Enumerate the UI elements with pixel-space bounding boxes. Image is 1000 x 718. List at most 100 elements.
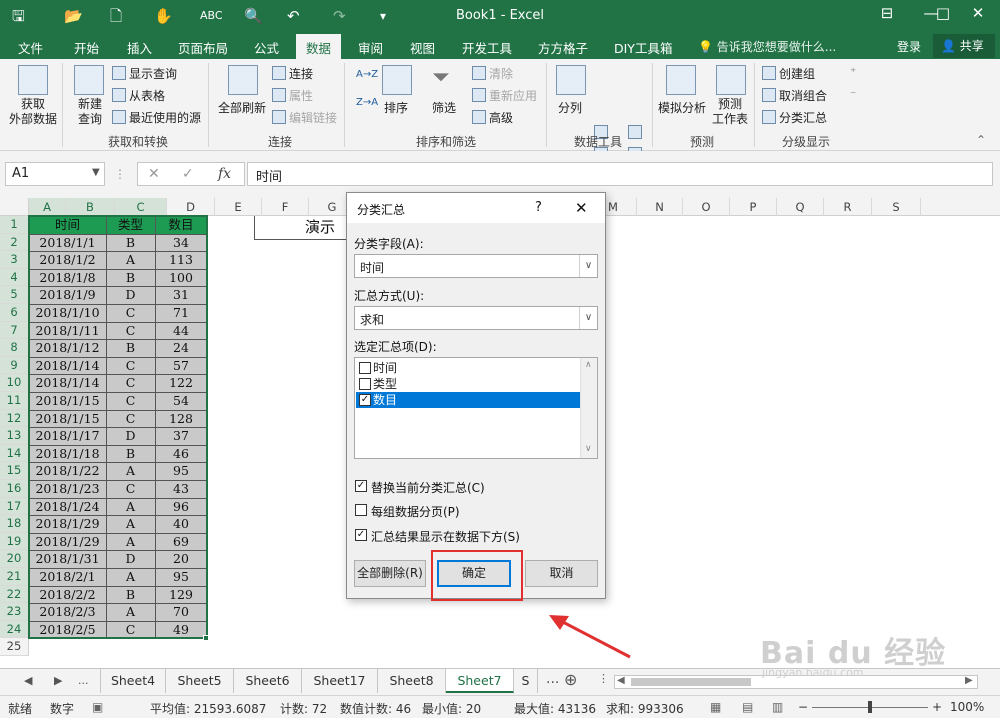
get-external-data-button[interactable]: 获取 外部数据 bbox=[8, 97, 58, 127]
sheet-tab-sheet4[interactable]: Sheet4 bbox=[100, 669, 166, 693]
dialog-close-icon[interactable]: ✕ bbox=[575, 199, 588, 217]
list-scrollbar[interactable]: ∧ ∨ bbox=[580, 358, 597, 458]
filter-button[interactable]: 筛选 bbox=[432, 99, 456, 116]
row-header-23[interactable]: 23 bbox=[0, 603, 29, 621]
sort-za-button[interactable]: Z→A bbox=[356, 97, 378, 108]
sheet-tab-truncated[interactable]: S bbox=[514, 669, 538, 693]
function-select[interactable]: 求和 ∨ bbox=[354, 306, 598, 330]
row-header-7[interactable]: 7 bbox=[0, 321, 29, 340]
zoom-level[interactable]: 100% bbox=[950, 700, 984, 714]
column-header-o[interactable]: O bbox=[683, 198, 730, 216]
row-header-3[interactable]: 3 bbox=[0, 251, 29, 269]
row-header-19[interactable]: 19 bbox=[0, 532, 29, 551]
maximize-button[interactable]: □ bbox=[928, 4, 958, 22]
page-break-checkbox[interactable] bbox=[355, 504, 367, 516]
forecast-sheet-button[interactable]: 预测 工作表 bbox=[710, 97, 750, 127]
row-header-4[interactable]: 4 bbox=[0, 268, 29, 287]
more-sheets-icon[interactable]: ... bbox=[546, 671, 559, 687]
tab-formulas[interactable]: 公式 bbox=[254, 38, 279, 57]
zoom-out-button[interactable]: − bbox=[798, 700, 808, 714]
column-header-c[interactable]: C bbox=[115, 198, 167, 216]
reapply-button[interactable]: 重新应用 bbox=[472, 87, 537, 104]
scroll-left-icon[interactable]: ◀ bbox=[617, 675, 625, 686]
chevron-down-icon[interactable]: ∨ bbox=[579, 255, 597, 277]
row-header-10[interactable]: 10 bbox=[0, 374, 29, 392]
row-header-2[interactable]: 2 bbox=[0, 233, 29, 252]
row-header-12[interactable]: 12 bbox=[0, 409, 29, 428]
column-header-s[interactable]: S bbox=[872, 198, 921, 216]
column-header-q[interactable]: Q bbox=[777, 198, 824, 216]
row-header-15[interactable]: 15 bbox=[0, 462, 29, 480]
field-select[interactable]: 时间 ∨ bbox=[354, 254, 598, 278]
row-header-6[interactable]: 6 bbox=[0, 304, 29, 322]
remove-all-button[interactable]: 全部删除(R) bbox=[354, 560, 426, 587]
column-header-r[interactable]: R bbox=[824, 198, 872, 216]
sheet-tab-sheet5[interactable]: Sheet5 bbox=[166, 669, 234, 693]
scroll-up-icon[interactable]: ∧ bbox=[585, 360, 592, 370]
enter-entry-icon[interactable]: ✓ bbox=[182, 166, 194, 182]
page-break-view-icon[interactable]: ▥ bbox=[772, 700, 783, 714]
text-to-columns-button[interactable]: 分列 bbox=[558, 99, 582, 116]
dialog-title-bar[interactable]: 分类汇总 ? ✕ bbox=[347, 193, 605, 223]
show-query-button[interactable]: 显示查询 bbox=[112, 65, 177, 82]
select-all-corner[interactable] bbox=[0, 198, 29, 216]
column-header-e[interactable]: E bbox=[215, 198, 262, 216]
tab-file[interactable]: 文件 bbox=[18, 38, 43, 57]
zoom-in-button[interactable]: + bbox=[932, 700, 942, 714]
name-box-dropdown-icon[interactable]: ▼ bbox=[92, 167, 100, 178]
row-header-1[interactable]: 1 bbox=[0, 216, 29, 234]
tell-me-box[interactable]: 💡 告诉我您想要做什么... bbox=[698, 38, 836, 55]
column-header-p[interactable]: P bbox=[730, 198, 777, 216]
chevron-down-icon[interactable]: ∨ bbox=[579, 307, 597, 329]
name-box[interactable]: A1 bbox=[5, 162, 105, 186]
column-header-b[interactable]: B bbox=[66, 198, 115, 216]
hide-detail-icon[interactable]: ⁻ bbox=[850, 87, 856, 101]
refresh-all-button[interactable]: 全部刷新 bbox=[218, 99, 266, 116]
row-header-24[interactable]: 24 bbox=[0, 620, 29, 639]
tab-home[interactable]: 开始 bbox=[74, 38, 99, 57]
replace-current-label[interactable]: 替换当前分类汇总(C) bbox=[371, 479, 485, 496]
sheet-more-icon[interactable]: ... bbox=[78, 674, 89, 687]
consolidate-icon[interactable] bbox=[628, 125, 642, 139]
sheet-prev-icon[interactable]: ◀ bbox=[24, 674, 32, 687]
new-query-button[interactable]: 新建 查询 bbox=[70, 97, 110, 127]
row-header-25[interactable]: 25 bbox=[0, 638, 29, 656]
replace-current-checkbox[interactable]: ✓ bbox=[355, 480, 367, 492]
column-header-n[interactable]: N bbox=[637, 198, 683, 216]
insert-function-icon[interactable]: fx bbox=[218, 166, 231, 182]
summary-below-label[interactable]: 汇总结果显示在数据下方(S) bbox=[371, 528, 520, 545]
from-table-button[interactable]: 从表格 bbox=[112, 87, 165, 104]
tab-data[interactable]: 数据 bbox=[296, 34, 342, 59]
tab-page-layout[interactable]: 页面布局 bbox=[178, 38, 228, 57]
sheet-tab-sheet6[interactable]: Sheet6 bbox=[234, 669, 302, 693]
cancel-button[interactable]: 取消 bbox=[525, 560, 598, 587]
recent-sources-button[interactable]: 最近使用的源 bbox=[112, 109, 201, 126]
tab-insert[interactable]: 插入 bbox=[127, 38, 152, 57]
column-header-a[interactable]: A bbox=[29, 198, 66, 216]
page-layout-view-icon[interactable]: ▤ bbox=[742, 700, 753, 714]
help-icon[interactable]: ? bbox=[535, 200, 542, 215]
clear-filter-button[interactable]: 清除 bbox=[472, 65, 513, 82]
edit-links-button[interactable]: 编辑链接 bbox=[272, 109, 337, 126]
row-header-13[interactable]: 13 bbox=[0, 427, 29, 445]
ribbon-display-icon[interactable]: ⊟ bbox=[872, 4, 902, 22]
summary-below-checkbox[interactable]: ✓ bbox=[355, 529, 367, 541]
row-header-17[interactable]: 17 bbox=[0, 497, 29, 516]
sheet-next-icon[interactable]: ▶ bbox=[54, 674, 62, 687]
scroll-right-icon[interactable]: ▶ bbox=[965, 675, 973, 686]
normal-view-icon[interactable]: ▦ bbox=[710, 700, 721, 714]
tab-review[interactable]: 审阅 bbox=[358, 38, 383, 57]
checkbox-type[interactable] bbox=[359, 378, 371, 390]
connections-button[interactable]: 连接 bbox=[272, 65, 313, 82]
scroll-thumb[interactable] bbox=[631, 678, 751, 686]
row-header-9[interactable]: 9 bbox=[0, 356, 29, 375]
list-item-type[interactable]: 类型 bbox=[356, 376, 582, 392]
group-button[interactable]: 创建组 bbox=[762, 65, 815, 82]
show-detail-icon[interactable]: ⁺ bbox=[850, 65, 856, 79]
column-header-d[interactable]: D bbox=[167, 198, 215, 216]
row-header-14[interactable]: 14 bbox=[0, 444, 29, 463]
subtotal-button[interactable]: 分类汇总 bbox=[762, 109, 827, 126]
checkbox-count[interactable]: ✓ bbox=[359, 394, 371, 406]
what-if-analysis-button[interactable]: 模拟分析 bbox=[658, 99, 706, 116]
zoom-slider-thumb[interactable] bbox=[868, 701, 872, 713]
